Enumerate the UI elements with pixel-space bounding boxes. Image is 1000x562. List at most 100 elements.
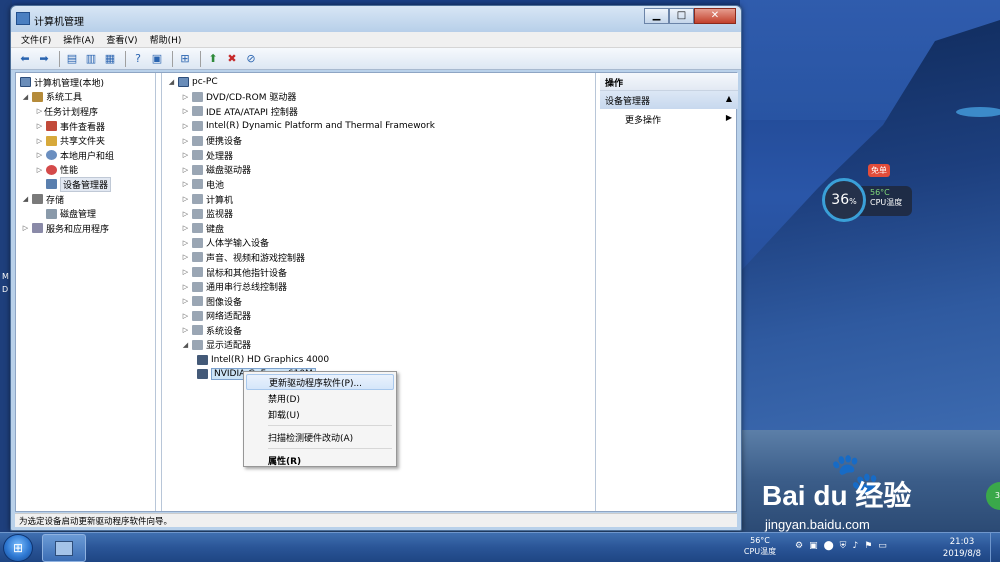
up-folder-icon[interactable]: ▤ [64,51,80,67]
device-category[interactable]: ▷ 鼠标和其他指针设备 [162,265,595,280]
expand-arrow-icon[interactable]: ▷ [181,137,190,145]
disable-device-icon[interactable]: ⊘ [243,51,259,67]
show-hide-tree-icon[interactable]: ▥ [83,51,99,67]
expand-arrow-icon[interactable]: ▷ [35,137,44,145]
tree-item-event-viewer[interactable]: ▷ 事件查看器 [16,119,155,134]
collapse-triangle-icon[interactable]: ▲ [726,94,732,103]
maximize-button[interactable]: □ [669,8,694,24]
menu-action[interactable]: 操作(A) [63,33,94,46]
network-tray-icon[interactable]: ⚙ [795,541,803,551]
tree-item-performance[interactable]: ▷ 性能 [16,163,155,178]
device-category[interactable]: ▷ 人体学输入设备 [162,236,595,251]
expand-arrow-icon[interactable]: ▷ [35,122,44,130]
expand-arrow-icon[interactable]: ▷ [181,210,190,218]
export-list-icon[interactable]: ▦ [102,51,118,67]
device-category[interactable]: ▷ DVD/CD-ROM 驱动器 [162,90,595,105]
collapse-arrow-icon[interactable]: ◢ [21,195,30,203]
menu-file[interactable]: 文件(F) [21,33,51,46]
tree-root[interactable]: 计算机管理(本地) [16,75,155,90]
close-button[interactable]: ✕ [694,8,736,24]
device-category-icon [192,179,203,190]
tree-item-shared-folders[interactable]: ▷ 共享文件夹 [16,133,155,148]
menu-scan-hardware[interactable]: 扫描检测硬件改动(A) [246,429,394,445]
collapse-arrow-icon[interactable]: ◢ [167,78,176,86]
device-category[interactable]: ▷ 便携设备 [162,133,595,148]
device-category[interactable]: ▷ 通用串行总线控制器 [162,279,595,294]
tree-item-storage[interactable]: ◢ 存储 [16,192,155,207]
expand-arrow-icon[interactable]: ▷ [181,312,190,320]
device-category[interactable]: ▷ 处理器 [162,148,595,163]
title-bar[interactable]: 计算机管理 ▁ □ ✕ [11,6,741,32]
device-category[interactable]: ◢ 显示适配器 [162,338,595,353]
menu-properties[interactable]: 属性(R) [246,452,394,468]
battery-icon[interactable]: ▭ [878,541,887,551]
expand-arrow-icon[interactable]: ▷ [181,107,190,115]
app-tray-icon[interactable]: ▣ [809,541,818,551]
expand-arrow-icon[interactable]: ▷ [181,297,190,305]
device-category[interactable]: ▷ 计算机 [162,192,595,207]
clock[interactable]: 21:03 2019/8/8 [938,536,986,560]
volume-icon[interactable]: ♪ [852,541,858,551]
device-category[interactable]: ▷ 监视器 [162,206,595,221]
menu-disable[interactable]: 禁用(D) [246,390,394,406]
expand-arrow-icon[interactable]: ▷ [181,224,190,232]
menu-uninstall[interactable]: 卸载(U) [246,406,394,422]
device-item[interactable]: Intel(R) HD Graphics 4000 [162,352,595,367]
show-desktop-button[interactable] [990,533,1000,562]
tree-item-system-tools[interactable]: ◢ 系统工具 [16,90,155,105]
device-category[interactable]: ▷ 键盘 [162,221,595,236]
forward-arrow-icon[interactable]: ➡ [36,51,52,67]
device-category[interactable]: ▷ 图像设备 [162,294,595,309]
tree-item-device-manager[interactable]: 设备管理器 [16,176,155,192]
expand-arrow-icon[interactable]: ▷ [181,239,190,247]
update-driver-icon[interactable]: ⬆ [205,51,221,67]
expand-arrow-icon[interactable]: ▷ [181,326,190,334]
expand-arrow-icon[interactable]: ▷ [181,151,190,159]
device-root[interactable]: ◢ pc-PC [162,75,595,90]
expand-arrow-icon[interactable]: ▷ [181,195,190,203]
actions-section-device-manager[interactable]: 设备管理器 ▲ [600,91,738,109]
cpu-temp-widget[interactable]: 免单 56°C CPU温度 36% [822,164,912,222]
expand-arrow-icon[interactable]: ▷ [181,268,190,276]
security-tray-icon[interactable]: ⬤ [824,541,834,551]
menu-help[interactable]: 帮助(H) [150,33,182,46]
scan-hardware-icon[interactable]: ⊞ [177,51,193,67]
menu-view[interactable]: 查看(V) [106,33,137,46]
back-arrow-icon[interactable]: ⬅ [17,51,33,67]
minimize-button[interactable]: ▁ [644,8,669,24]
expand-arrow-icon[interactable]: ▷ [181,93,190,101]
taskbar-computer-management[interactable] [42,534,86,562]
flag-icon[interactable]: ⚑ [864,541,872,551]
more-actions-item[interactable]: 更多操作 ▶ [600,109,738,130]
tree-item-disk-management[interactable]: 磁盘管理 [16,206,155,221]
expand-arrow-icon[interactable]: ▷ [181,122,190,130]
collapse-arrow-icon[interactable]: ◢ [21,93,30,101]
expand-arrow-icon[interactable]: ▷ [181,180,190,188]
uninstall-icon[interactable]: ✖ [224,51,240,67]
device-category[interactable]: ▷ 磁盘驱动器 [162,163,595,178]
help-icon[interactable]: ? [130,51,146,67]
device-category[interactable]: ▷ IDE ATA/ATAPI 控制器 [162,104,595,119]
device-category[interactable]: ▷ 网络适配器 [162,309,595,324]
device-category[interactable]: ▷ 电池 [162,177,595,192]
device-category[interactable]: ▷ Intel(R) Dynamic Platform and Thermal F… [162,119,595,134]
expand-arrow-icon[interactable]: ▷ [181,253,190,261]
expand-arrow-icon[interactable]: ▷ [35,151,44,159]
properties-icon[interactable]: ▣ [149,51,165,67]
expand-arrow-icon[interactable]: ▷ [181,283,190,291]
tray-cpu-temp[interactable]: 56°C CPU温度 [740,535,780,557]
device-category[interactable]: ▷ 系统设备 [162,323,595,338]
tree-item-task-scheduler[interactable]: ▷ 任务计划程序 [16,104,1000,119]
expand-arrow-icon[interactable]: ▷ [35,166,44,174]
expand-arrow-icon[interactable]: ▷ [181,166,190,174]
tree-item-services-apps[interactable]: ▷ 服务和应用程序 [16,221,155,236]
start-button[interactable]: ⊞ [3,534,33,562]
expand-arrow-icon[interactable]: ▷ [21,224,30,232]
collapse-arrow-icon[interactable]: ◢ [181,341,190,349]
shield-tray-icon[interactable]: ⛨ [840,541,847,551]
gift-badge[interactable]: 免单 [868,164,890,177]
menu-update-driver[interactable]: 更新驱动程序软件(P)... [246,374,394,390]
device-category[interactable]: ▷ 声音、视频和游戏控制器 [162,250,595,265]
tree-item-local-users[interactable]: ▷ 本地用户和组 [16,148,155,163]
expand-arrow-icon[interactable]: ▷ [35,107,44,115]
